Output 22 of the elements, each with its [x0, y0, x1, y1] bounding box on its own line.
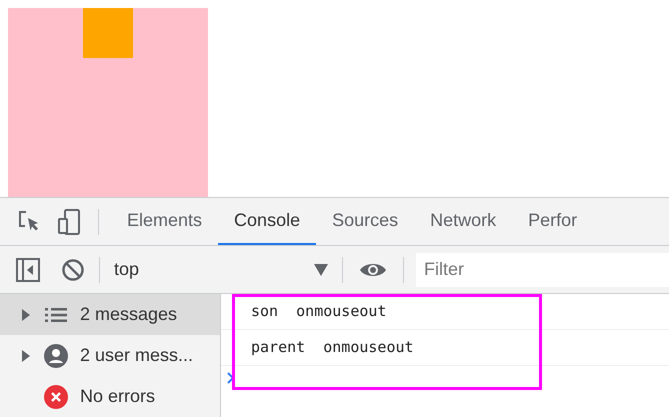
- console-message: son onmouseout: [251, 301, 386, 322]
- context-dropdown[interactable]: top: [100, 252, 342, 286]
- user-icon: [44, 344, 68, 368]
- clear-icon[interactable]: [61, 258, 85, 282]
- error-icon: [44, 384, 68, 408]
- device-icon[interactable]: [56, 208, 82, 236]
- filter-field[interactable]: Filter: [416, 252, 669, 286]
- list-icon: [45, 306, 67, 322]
- caret-icon: [314, 264, 328, 276]
- panel-tab[interactable]: Network: [414, 198, 512, 245]
- panel-tab[interactable]: Elements: [111, 198, 218, 245]
- console-message: parent onmouseout: [251, 337, 414, 358]
- child-box: [83, 8, 133, 58]
- panel-tab[interactable]: Sources: [316, 198, 414, 245]
- prompt-icon: [227, 372, 235, 384]
- sidebar-toggle-icon[interactable]: [15, 256, 41, 282]
- expand-arrow-icon[interactable]: [22, 350, 30, 362]
- panel-tab[interactable]: Perfor: [512, 198, 594, 245]
- expand-arrow-icon[interactable]: [22, 308, 30, 320]
- sidebar-item[interactable]: 2 messages: [0, 294, 220, 335]
- sidebar-item[interactable]: 2 user mess...: [0, 335, 220, 376]
- sidebar-item[interactable]: No errors: [0, 376, 220, 417]
